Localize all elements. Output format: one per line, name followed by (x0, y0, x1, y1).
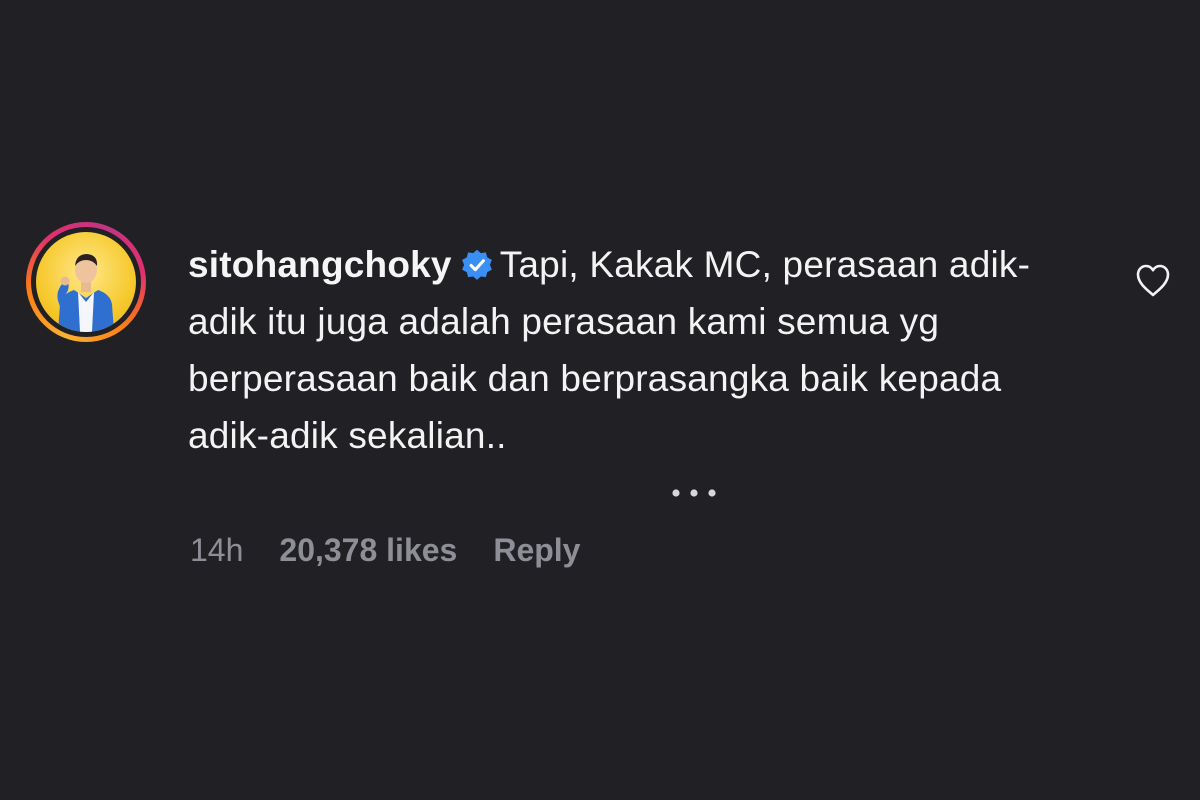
person-silhouette-icon (57, 254, 114, 332)
username[interactable]: sitohangchoky (188, 244, 452, 285)
timestamp: 14h (190, 532, 244, 568)
comment: sitohangchoky Tapi, Kakak MC, perasaan ad… (0, 0, 1200, 800)
likes-count[interactable]: 20,378 likes (279, 532, 457, 568)
comment-meta: 14h 20,378 likes Reply (190, 532, 616, 569)
verified-badge-icon (461, 249, 492, 280)
heart-outline-icon[interactable] (1134, 262, 1172, 298)
comment-body: sitohangchoky Tapi, Kakak MC, perasaan ad… (188, 236, 1088, 464)
avatar-photo (36, 232, 136, 332)
more-dots-icon[interactable] (668, 480, 720, 506)
reply-button[interactable]: Reply (493, 532, 580, 568)
avatar[interactable] (26, 222, 146, 342)
